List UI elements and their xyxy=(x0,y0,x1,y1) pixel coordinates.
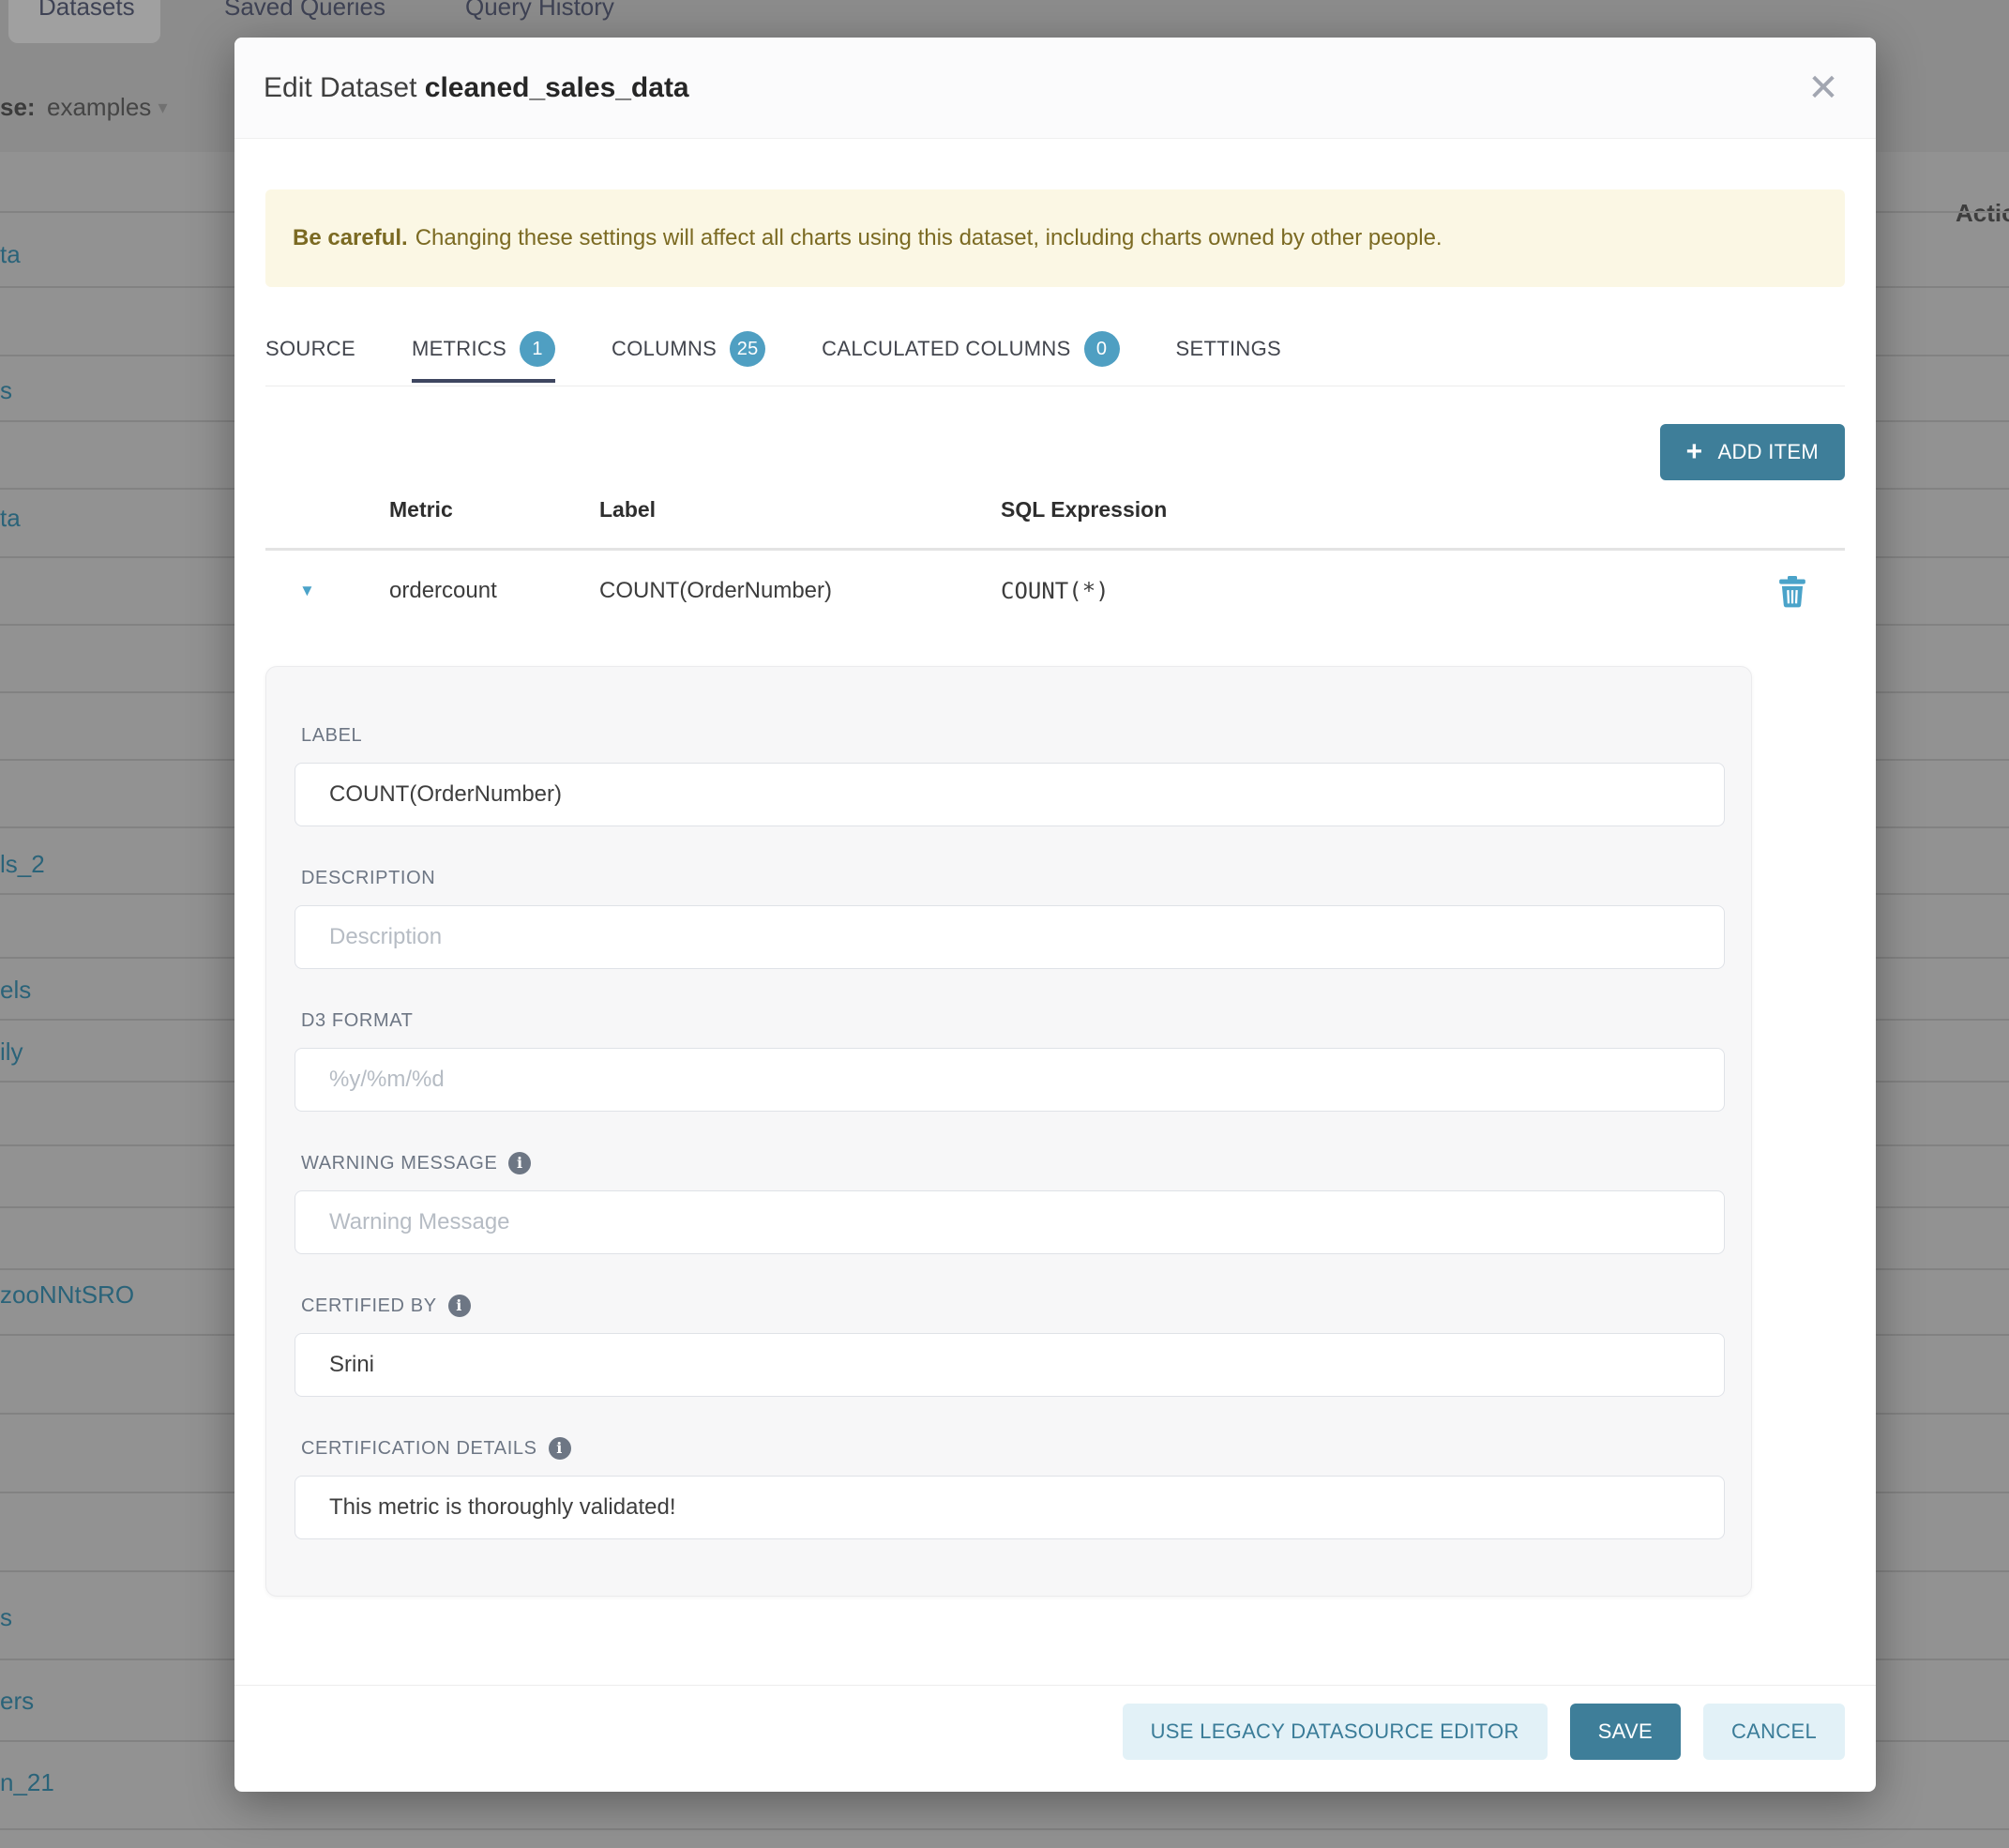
warning-message-input[interactable] xyxy=(295,1190,1725,1254)
dataset-name-link[interactable]: ta xyxy=(0,503,21,533)
trash-icon[interactable] xyxy=(1777,576,1807,608)
tab-columns[interactable]: COLUMNS 25 xyxy=(612,319,765,383)
metric-detail-panel: LABEL DESCRIPTION D3 FORMAT WARNING MESS… xyxy=(265,666,1752,1597)
table-row-divider xyxy=(0,1828,2009,1830)
database-filter-select[interactable]: examples ▾ xyxy=(47,90,168,124)
warning-message-field-title: WARNING MESSAGE i xyxy=(301,1149,531,1177)
close-icon[interactable]: ✕ xyxy=(1801,66,1846,111)
dataset-name-link[interactable]: n_21 xyxy=(0,1767,54,1797)
nav-tab-saved-queries[interactable]: Saved Queries xyxy=(224,0,385,28)
add-item-button[interactable]: + ADD ITEM xyxy=(1660,424,1845,480)
modal-title-prefix: Edit Dataset xyxy=(264,72,416,103)
dataset-name-link[interactable]: ls_2 xyxy=(0,849,45,879)
certification-details-input[interactable] xyxy=(295,1476,1725,1539)
modal-footer: USE LEGACY DATASOURCE EDITOR SAVE CANCEL xyxy=(1123,1704,1845,1760)
warning-banner: Be careful. Changing these settings will… xyxy=(265,189,1845,287)
dataset-name-link[interactable]: ta xyxy=(0,239,21,269)
metric-label-cell: COUNT(OrderNumber) xyxy=(599,559,832,623)
tab-calculated-columns[interactable]: CALCULATED COLUMNS 0 xyxy=(822,319,1119,383)
modal-header: Edit Dataset cleaned_sales_data ✕ xyxy=(234,38,1876,139)
footer-divider xyxy=(234,1685,1876,1686)
dataset-name-link[interactable]: els xyxy=(0,975,31,1005)
d3-format-field-title: D3 FORMAT xyxy=(301,1007,413,1035)
certified-by-field-title: CERTIFIED BY i xyxy=(301,1292,471,1320)
column-header-label: Label xyxy=(599,497,656,523)
plus-icon: + xyxy=(1686,438,1703,466)
metrics-table-header: Metric Label SQL Expression xyxy=(265,497,1845,538)
d3-format-input[interactable] xyxy=(295,1048,1725,1112)
label-input[interactable] xyxy=(295,763,1725,826)
columns-count-badge: 25 xyxy=(730,331,765,367)
dataset-name-link[interactable]: ily xyxy=(0,1037,23,1067)
info-icon[interactable]: i xyxy=(549,1437,571,1460)
database-filter-value: examples xyxy=(47,93,151,121)
certified-by-input[interactable] xyxy=(295,1333,1725,1397)
metric-sql-cell: COUNT(*) xyxy=(1001,559,1110,623)
tab-settings[interactable]: SETTINGS xyxy=(1176,319,1281,383)
dataset-name-link[interactable]: zooNNtSRO xyxy=(0,1280,134,1310)
dataset-name-link[interactable]: s xyxy=(0,375,12,405)
table-header-divider xyxy=(265,548,1845,551)
modal-tabs: SOURCE METRICS 1 COLUMNS 25 CALCULATED C… xyxy=(265,319,1845,386)
warning-banner-text: Changing these settings will affect all … xyxy=(415,225,1443,251)
label-field-title: LABEL xyxy=(301,721,362,750)
metrics-count-badge: 1 xyxy=(520,331,555,367)
nav-tab-query-history[interactable]: Query History xyxy=(465,0,614,28)
modal-title-dataset-name: cleaned_sales_data xyxy=(425,72,689,103)
description-input[interactable] xyxy=(295,905,1725,969)
row-expand-caret-icon[interactable]: ▼ xyxy=(299,559,315,623)
actions-column-header: Actio xyxy=(1956,199,2009,228)
calculated-columns-count-badge: 0 xyxy=(1084,331,1120,367)
modal-title: Edit Dataset cleaned_sales_data xyxy=(264,72,689,104)
dataset-name-link[interactable]: s xyxy=(0,1602,12,1632)
nav-tab-datasets[interactable]: Datasets xyxy=(38,0,135,28)
warning-banner-bold: Be careful. xyxy=(293,225,408,251)
column-header-sql-expression: SQL Expression xyxy=(1001,497,1167,523)
save-button[interactable]: SAVE xyxy=(1570,1704,1681,1760)
info-icon[interactable]: i xyxy=(508,1152,531,1174)
metric-name-cell: ordercount xyxy=(389,559,497,623)
metric-table-row: ▼ ordercount COUNT(OrderNumber) COUNT(*) xyxy=(265,559,1845,623)
database-filter-label: se: xyxy=(0,90,36,124)
use-legacy-datasource-editor-button[interactable]: USE LEGACY DATASOURCE EDITOR xyxy=(1123,1704,1548,1760)
tab-source[interactable]: SOURCE xyxy=(265,319,355,383)
dataset-name-link[interactable]: ers xyxy=(0,1686,34,1716)
tab-metrics[interactable]: METRICS 1 xyxy=(412,319,555,383)
edit-dataset-modal: Edit Dataset cleaned_sales_data ✕ Be car… xyxy=(234,38,1876,1792)
info-icon[interactable]: i xyxy=(448,1295,471,1317)
description-field-title: DESCRIPTION xyxy=(301,864,435,892)
certification-details-field-title: CERTIFICATION DETAILS i xyxy=(301,1434,571,1462)
column-header-metric: Metric xyxy=(389,497,453,523)
dropdown-caret-icon: ▾ xyxy=(159,98,168,118)
cancel-button[interactable]: CANCEL xyxy=(1703,1704,1845,1760)
